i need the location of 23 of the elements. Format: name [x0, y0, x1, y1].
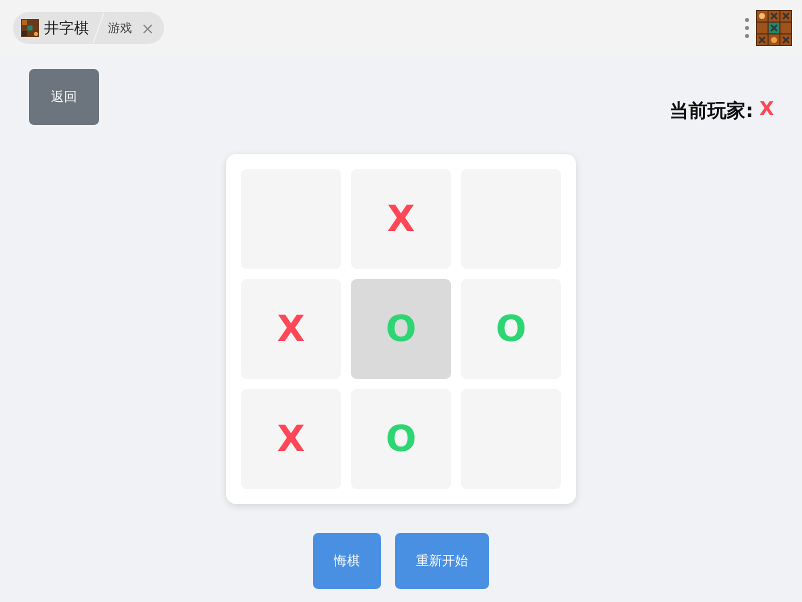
- restart-button[interactable]: 重新开始: [395, 533, 489, 589]
- more-icon[interactable]: [745, 17, 749, 39]
- board-cell[interactable]: X: [241, 279, 341, 379]
- board-cell[interactable]: X: [241, 389, 341, 489]
- back-button[interactable]: 返回: [29, 69, 99, 125]
- undo-button[interactable]: 悔棋: [313, 533, 381, 589]
- app-tab[interactable]: 井字棋 游戏 ×: [13, 12, 164, 44]
- board-icon: [756, 10, 792, 46]
- cell-mark: O: [386, 308, 416, 350]
- board-cell[interactable]: X: [351, 169, 451, 269]
- app-title: 井字棋: [44, 18, 89, 38]
- board-cell[interactable]: O: [461, 279, 561, 379]
- app-subtitle: 游戏: [108, 20, 132, 36]
- current-player-label: 当前玩家:: [670, 99, 754, 124]
- cell-mark: O: [386, 418, 416, 460]
- close-icon[interactable]: ×: [141, 18, 154, 38]
- cell-mark: X: [387, 198, 415, 240]
- board-cell[interactable]: O: [351, 389, 451, 489]
- board-icon: [21, 19, 39, 37]
- cell-mark: O: [496, 308, 526, 350]
- cell-mark: X: [277, 308, 305, 350]
- cell-mark: X: [277, 418, 305, 460]
- current-player-mark: X: [759, 98, 774, 122]
